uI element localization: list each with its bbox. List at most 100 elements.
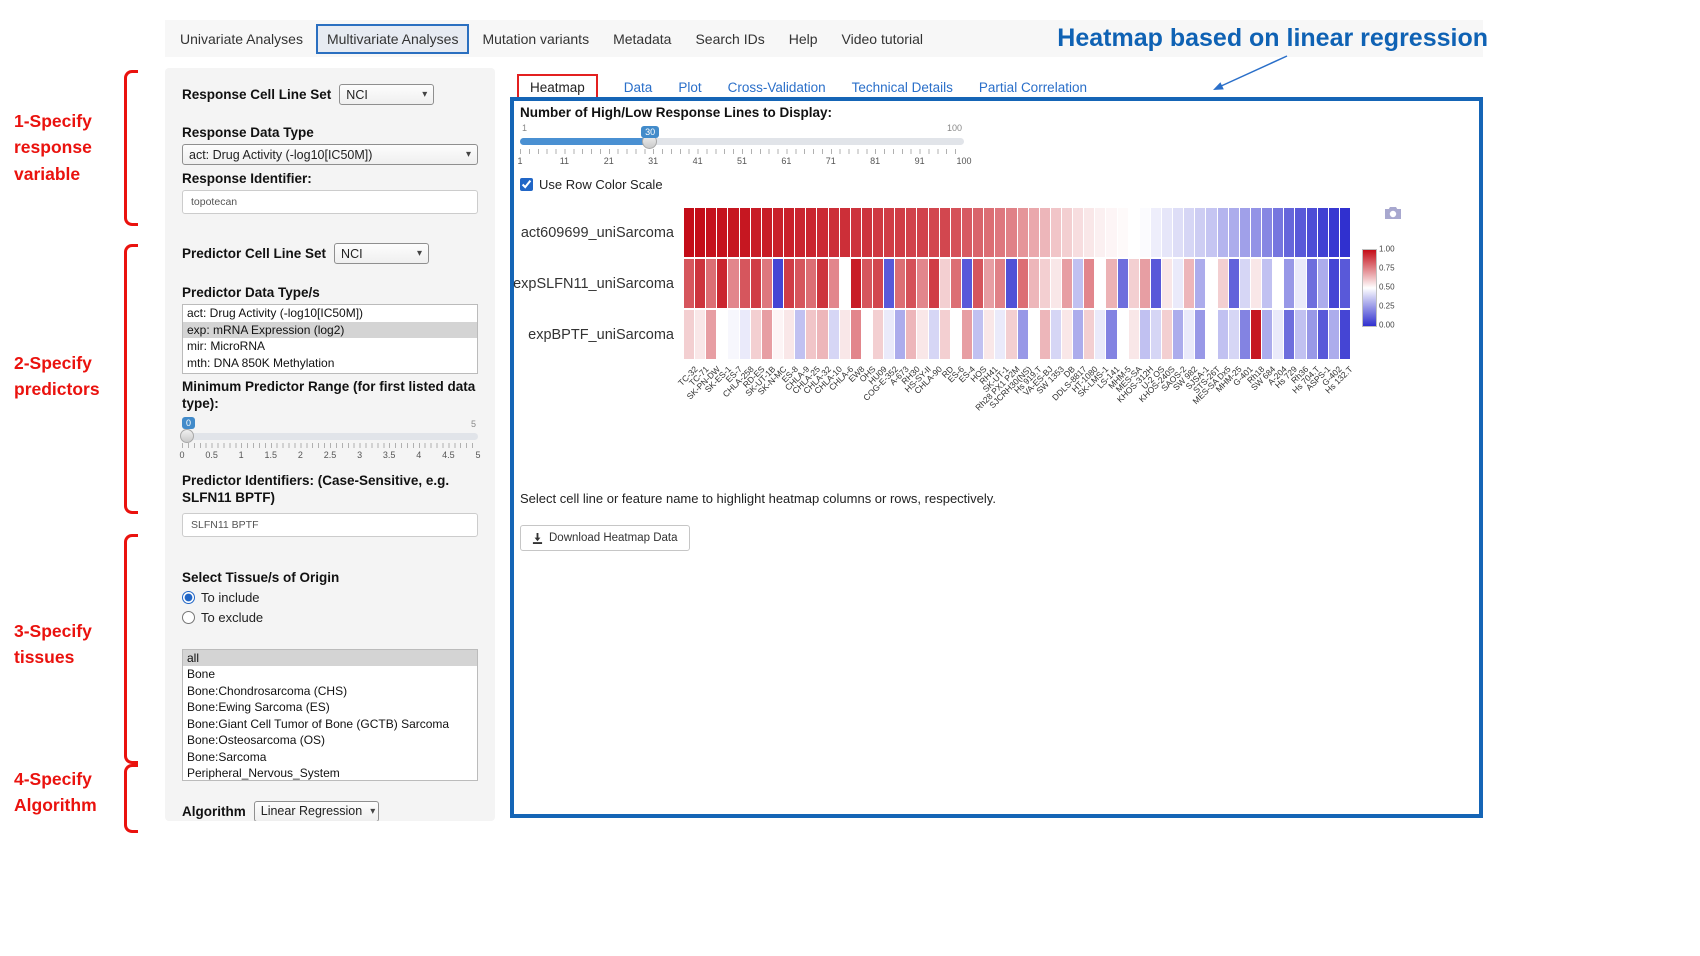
heatmap-cell[interactable] [829, 259, 839, 308]
heatmap-cell[interactable] [1084, 310, 1094, 359]
heatmap-cell[interactable] [1218, 259, 1228, 308]
heatmap-cell[interactable] [1195, 310, 1205, 359]
list-option[interactable]: Bone:Sarcoma [183, 749, 477, 766]
heatmap-cell[interactable] [1162, 259, 1172, 308]
heatmap-cell[interactable] [728, 310, 738, 359]
heatmap-cell[interactable] [1262, 310, 1272, 359]
tab-data[interactable]: Data [624, 80, 653, 95]
heatmap-cell[interactable] [773, 208, 783, 257]
heatmap-cell[interactable] [884, 259, 894, 308]
heatmap-cell[interactable] [1206, 310, 1216, 359]
heatmap-cell[interactable] [1340, 208, 1350, 257]
heatmap-cell[interactable] [1229, 208, 1239, 257]
heatmap-cell[interactable] [951, 259, 961, 308]
tab-technical-details[interactable]: Technical Details [852, 80, 953, 95]
heatmap-cell[interactable] [829, 310, 839, 359]
heatmap-cell[interactable] [962, 208, 972, 257]
heatmap-cell[interactable] [751, 208, 761, 257]
heatmap-cell[interactable] [1029, 259, 1039, 308]
slider-handle[interactable] [180, 429, 194, 443]
heatmap-cell[interactable] [1118, 208, 1128, 257]
heatmap-cell[interactable] [1284, 208, 1294, 257]
tissue-include-option[interactable]: To include [182, 590, 478, 605]
heatmap-cell[interactable] [1129, 259, 1139, 308]
download-heatmap-data-button[interactable]: Download Heatmap Data [520, 525, 690, 551]
heatmap-cell[interactable] [762, 259, 772, 308]
heatmap-cell[interactable] [806, 310, 816, 359]
heatmap-cell[interactable] [1040, 310, 1050, 359]
tissue-listbox[interactable]: allBoneBone:Chondrosarcoma (CHS)Bone:Ewi… [182, 649, 478, 781]
heatmap-cell[interactable] [1073, 208, 1083, 257]
heatmap-cell[interactable] [1340, 259, 1350, 308]
heatmap-cell[interactable] [862, 208, 872, 257]
heatmap-cell[interactable] [884, 208, 894, 257]
heatmap-cell[interactable] [951, 208, 961, 257]
heatmap-cell[interactable] [1118, 259, 1128, 308]
heatmap-cell[interactable] [1073, 310, 1083, 359]
heatmap-cell[interactable] [706, 310, 716, 359]
list-option[interactable]: mth: DNA 850K Methylation [183, 355, 477, 372]
heatmap-cell[interactable] [1106, 310, 1116, 359]
heatmap-cell[interactable] [806, 259, 816, 308]
heatmap-cell[interactable] [1273, 208, 1283, 257]
heatmap-cell[interactable] [1184, 310, 1194, 359]
heatmap-cell[interactable] [995, 259, 1005, 308]
heatmap-cell[interactable] [695, 259, 705, 308]
heatmap-cell[interactable] [1018, 310, 1028, 359]
predictor-identifiers-input[interactable] [182, 513, 478, 537]
heatmap-cell[interactable] [740, 259, 750, 308]
heatmap-cell[interactable] [962, 259, 972, 308]
heatmap-cell[interactable] [940, 259, 950, 308]
heatmap-cell[interactable] [1329, 310, 1339, 359]
heatmap-cell[interactable] [751, 259, 761, 308]
heatmap-cell[interactable] [1329, 259, 1339, 308]
heatmap-cell[interactable] [895, 208, 905, 257]
heatmap-cell[interactable] [984, 310, 994, 359]
camera-icon[interactable] [1384, 206, 1402, 220]
heatmap-cell[interactable] [1229, 259, 1239, 308]
heatmap-cell[interactable] [1195, 208, 1205, 257]
heatmap-cell[interactable] [795, 259, 805, 308]
heatmap-cell[interactable] [929, 310, 939, 359]
heatmap-cell[interactable] [873, 310, 883, 359]
heatmap-cell[interactable] [684, 259, 694, 308]
heatmap-cell[interactable] [829, 208, 839, 257]
heatmap-row-label[interactable]: expBPTF_uniSarcoma [514, 310, 680, 359]
tab-plot[interactable]: Plot [678, 80, 701, 95]
heatmap-cell[interactable] [884, 310, 894, 359]
list-option[interactable]: Bone:Chondrosarcoma (CHS) [183, 683, 477, 700]
heatmap-cell[interactable] [995, 208, 1005, 257]
heatmap-cell[interactable] [1006, 310, 1016, 359]
heatmap-cell[interactable] [1262, 259, 1272, 308]
heatmap-cell[interactable] [784, 208, 794, 257]
heatmap-cell[interactable] [1073, 259, 1083, 308]
heatmap-cell[interactable] [1051, 310, 1061, 359]
list-option[interactable]: all [183, 650, 477, 667]
heatmap-cell[interactable] [1251, 208, 1261, 257]
list-option[interactable]: Bone:Giant Cell Tumor of Bone (GCTB) Sar… [183, 716, 477, 733]
predictor-data-types-listbox[interactable]: act: Drug Activity (-log10[IC50M])exp: m… [182, 304, 478, 374]
nav-tab-metadata[interactable]: Metadata [602, 24, 682, 54]
heatmap-cell[interactable] [906, 259, 916, 308]
heatmap-cell[interactable] [1051, 259, 1061, 308]
predictor-cell-line-set-select[interactable]: NCI ▾ [334, 243, 429, 264]
heatmap-cell[interactable] [1318, 310, 1328, 359]
heatmap-cell[interactable] [940, 310, 950, 359]
heatmap-cell[interactable] [762, 208, 772, 257]
heatmap-cell[interactable] [1273, 259, 1283, 308]
heatmap-cell[interactable] [1206, 208, 1216, 257]
heatmap-cell[interactable] [1106, 208, 1116, 257]
heatmap-cell[interactable] [1229, 310, 1239, 359]
heatmap-cell[interactable] [1084, 259, 1094, 308]
heatmap-cell[interactable] [862, 259, 872, 308]
list-option[interactable]: Bone [183, 666, 477, 683]
heatmap-cell[interactable] [1151, 310, 1161, 359]
heatmap-cell[interactable] [1018, 259, 1028, 308]
heatmap-cell[interactable] [917, 259, 927, 308]
heatmap-cell[interactable] [1240, 259, 1250, 308]
heatmap-cell[interactable] [717, 259, 727, 308]
slider-track[interactable] [182, 433, 478, 440]
list-option[interactable]: exp: mRNA Expression (log2) [183, 322, 477, 339]
heatmap-cell[interactable] [1218, 310, 1228, 359]
tab-partial-correlation[interactable]: Partial Correlation [979, 80, 1087, 95]
